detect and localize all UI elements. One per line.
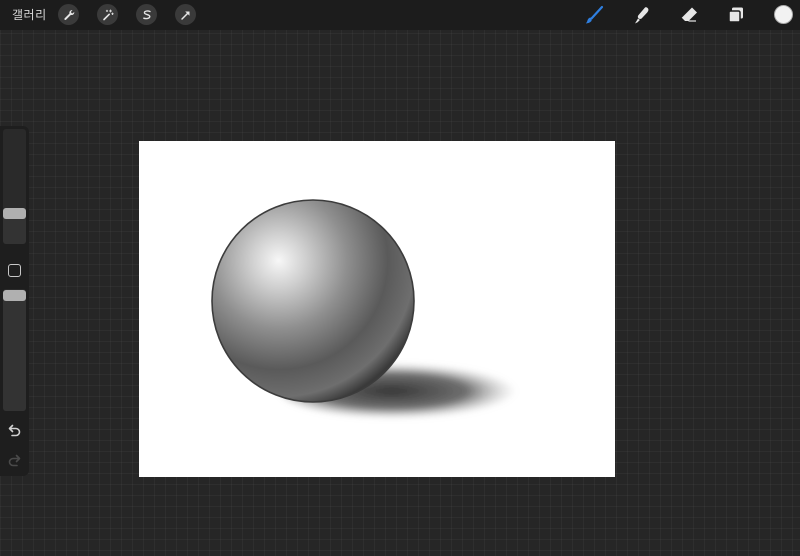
top-toolbar: 갤러리: [0, 0, 800, 30]
left-sidebar: [0, 126, 29, 476]
gallery-button[interactable]: 갤러리: [12, 6, 47, 23]
color-picker-swatch[interactable]: [774, 5, 793, 24]
selection-s-icon[interactable]: [136, 4, 157, 25]
brush-size-thumb[interactable]: [3, 208, 26, 219]
wrench-icon[interactable]: [58, 4, 79, 25]
brush-size-slider[interactable]: [3, 129, 26, 244]
opacity-slider[interactable]: [3, 289, 26, 411]
shaded-sphere-drawing: [211, 199, 529, 419]
sphere: [211, 199, 415, 403]
smudge-icon[interactable]: [631, 4, 653, 26]
eraser-icon[interactable]: [678, 4, 700, 26]
square-icon[interactable]: [8, 264, 21, 277]
drawing-canvas[interactable]: [139, 141, 615, 477]
undo-icon[interactable]: [6, 422, 23, 439]
opacity-thumb[interactable]: [3, 290, 26, 301]
brush-icon[interactable]: [583, 4, 605, 26]
arrow-cursor-icon[interactable]: [175, 4, 196, 25]
redo-icon[interactable]: [6, 452, 23, 469]
opacity-fill: [3, 295, 26, 411]
magic-wand-icon[interactable]: [97, 4, 118, 25]
layers-icon[interactable]: [725, 4, 747, 26]
